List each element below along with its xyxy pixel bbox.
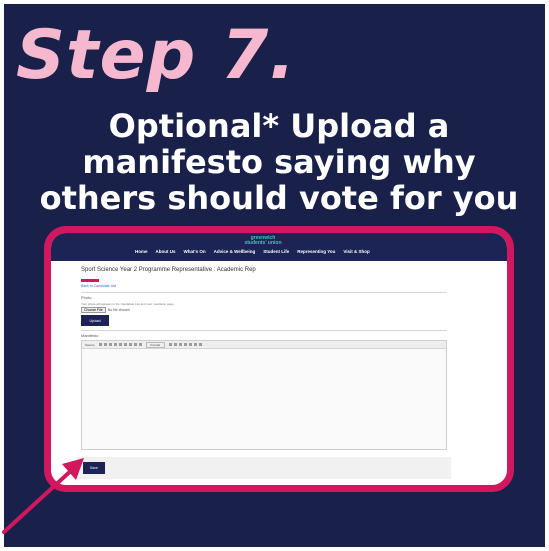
nav-item-whats-on[interactable]: What's On [184, 249, 206, 254]
choose-file-button[interactable]: Choose File [81, 307, 106, 313]
status-bar [81, 279, 99, 282]
manifesto-fieldset: Manifesto Source Format [81, 330, 447, 450]
nav-item-student-life[interactable]: Student Life [263, 249, 289, 254]
no-file-label: No file chosen [107, 308, 130, 312]
photo-fieldset: Photo Your photo will appear on the Cand… [81, 292, 447, 326]
save-panel: Save [77, 457, 451, 479]
toolbar-button[interactable] [108, 343, 112, 346]
main-nav: Home About Us What's On Advice & Wellbei… [135, 249, 370, 254]
instruction-headline: Optional* Upload a manifesto saying why … [24, 108, 534, 216]
arrow-pointer-icon [2, 458, 84, 534]
toolbar-button[interactable] [169, 343, 173, 346]
upload-button[interactable]: Upload [81, 315, 109, 326]
toolbar-button[interactable] [189, 343, 193, 346]
toolbar-button[interactable] [133, 343, 137, 346]
toolbar-button[interactable] [138, 343, 142, 346]
toolbar-button[interactable] [128, 343, 132, 346]
manifesto-legend: Manifesto [81, 333, 99, 338]
nav-item-advice[interactable]: Advice & Wellbeing [214, 249, 256, 254]
format-dropdown[interactable]: Format [145, 341, 166, 348]
photo-hint: Your photo will appear on the Candidate … [81, 302, 175, 306]
post-title: Sport Science Year 2 Programme Represent… [81, 267, 256, 273]
toolbar-button[interactable] [184, 343, 188, 346]
source-button[interactable]: Source [85, 343, 95, 347]
back-to-candidates-link[interactable]: Back to Candidate List [81, 284, 447, 288]
headline-line-3: others should vote for you [39, 179, 519, 217]
nav-item-visit-shop[interactable]: Visit & Shop [343, 249, 369, 254]
site-logo[interactable]: greenwich students' union [243, 236, 283, 246]
toolbar-button[interactable] [174, 343, 178, 346]
toolbar-button[interactable] [199, 343, 203, 346]
nav-item-about[interactable]: About Us [156, 249, 176, 254]
manifesto-editor[interactable]: Source Format [81, 340, 447, 450]
manifesto-form: Sport Science Year 2 Programme Represent… [81, 267, 447, 454]
logo-line-2: students' union [244, 240, 282, 246]
nav-item-representing[interactable]: Representing You [297, 249, 335, 254]
file-picker: Choose File No file chosen [81, 307, 447, 313]
headline-line-2: manifesto saying why [82, 143, 476, 181]
toolbar-button[interactable] [103, 343, 107, 346]
toolbar-button[interactable] [113, 343, 117, 346]
toolbar-button[interactable] [98, 343, 102, 346]
headline-line-1: Optional* Upload a [108, 107, 450, 145]
nav-item-home[interactable]: Home [135, 249, 148, 254]
toolbar-button[interactable] [179, 343, 183, 346]
toolbar-button[interactable] [194, 343, 198, 346]
editor-toolbar: Source Format [82, 341, 446, 349]
step-heading: Step 7. [16, 16, 297, 95]
toolbar-button[interactable] [118, 343, 122, 346]
photo-legend: Photo [81, 295, 92, 300]
toolbar-button[interactable] [123, 343, 127, 346]
site-header: greenwich students' union Home About Us … [51, 233, 507, 261]
